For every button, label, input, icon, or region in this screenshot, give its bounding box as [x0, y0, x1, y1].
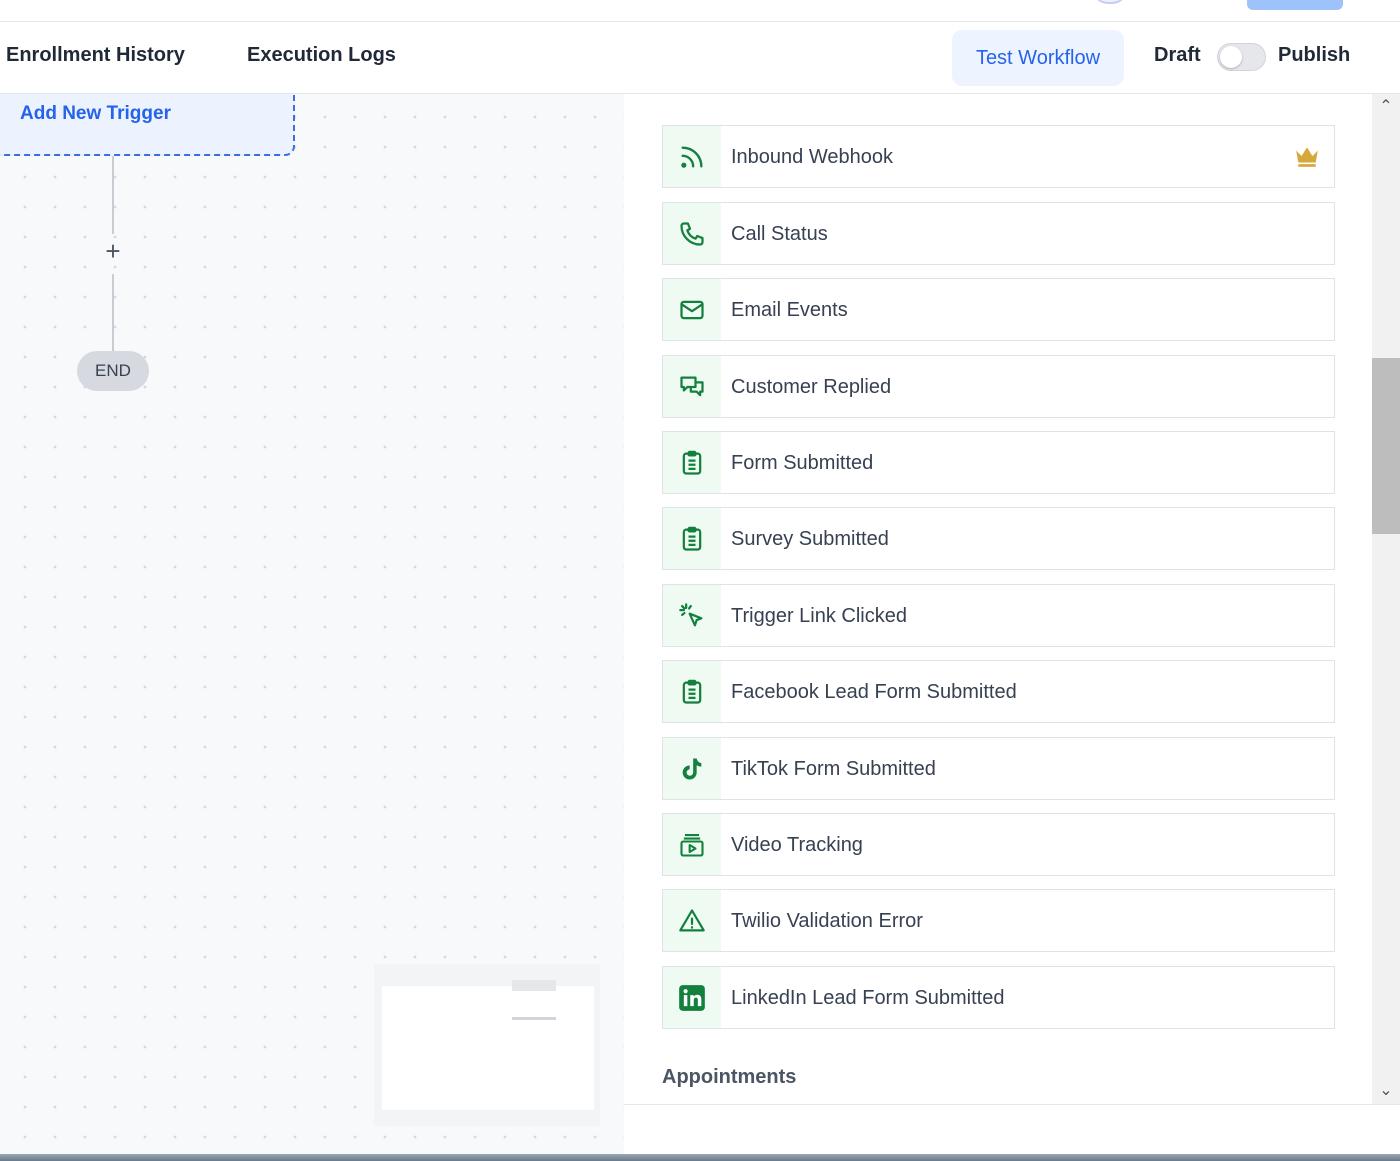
mail-icon — [663, 279, 721, 340]
clipboard-icon — [663, 508, 721, 569]
cursor-click-icon — [663, 585, 721, 646]
warning-icon — [663, 890, 721, 951]
trigger-option-label: Email Events — [731, 299, 848, 321]
add-step-button[interactable]: + — [99, 237, 127, 265]
minimap-node — [512, 980, 556, 991]
minimap-node — [512, 1017, 556, 1020]
top-action-button[interactable] — [1247, 0, 1343, 10]
webhook-icon — [663, 126, 721, 187]
connector-line — [112, 156, 114, 234]
trigger-option-label: Facebook Lead Form Submitted — [731, 681, 1017, 703]
top-strip — [0, 0, 1400, 22]
section-title-appointments: Appointments — [662, 1066, 797, 1088]
trigger-option-facebook-lead-form[interactable]: Facebook Lead Form Submitted — [662, 660, 1335, 723]
trigger-option-inbound-webhook[interactable]: Inbound Webhook — [662, 125, 1335, 188]
trigger-option-label: Form Submitted — [731, 452, 874, 474]
scroll-up-icon[interactable]: ⌃ — [1372, 94, 1400, 120]
phone-icon — [663, 203, 721, 264]
trigger-option-call-status[interactable]: Call Status — [662, 202, 1335, 265]
trigger-option-label: Video Tracking — [731, 834, 863, 856]
clipboard-icon — [663, 432, 721, 493]
trigger-option-customer-replied[interactable]: Customer Replied — [662, 355, 1335, 418]
connector-line — [112, 274, 114, 352]
trigger-option-label: Survey Submitted — [731, 528, 889, 550]
workflow-canvas[interactable]: Add New Trigger + END — [0, 94, 624, 1154]
draft-label: Draft — [1154, 44, 1201, 66]
publish-label: Publish — [1278, 44, 1351, 66]
end-node: END — [77, 351, 149, 391]
add-new-trigger-node[interactable]: Add New Trigger — [0, 94, 295, 156]
trigger-option-email-events[interactable]: Email Events — [662, 278, 1335, 341]
trigger-option-linkedin-lead-form[interactable]: LinkedIn Lead Form Submitted — [662, 966, 1335, 1029]
trigger-option-label: Call Status — [731, 223, 828, 245]
trigger-option-twilio-validation-error[interactable]: Twilio Validation Error — [662, 889, 1335, 952]
trigger-option-label: Customer Replied — [731, 376, 892, 398]
chat-icon — [663, 356, 721, 417]
tab-execution-logs[interactable]: Execution Logs — [247, 44, 396, 67]
trigger-list-panel: Inbound Webhook Call Status Email Events… — [624, 94, 1400, 1104]
trigger-option-label: Inbound Webhook — [731, 146, 893, 168]
panel-scrollbar[interactable]: ⌃ ⌄ — [1372, 94, 1400, 1104]
taskbar-edge — [0, 1154, 1400, 1161]
linkedin-icon — [663, 967, 721, 1028]
trigger-option-tiktok-form[interactable]: TikTok Form Submitted — [662, 737, 1335, 800]
clipboard-icon — [663, 661, 721, 722]
minimap[interactable] — [374, 964, 600, 1126]
scroll-down-icon[interactable]: ⌄ — [1372, 1078, 1400, 1104]
video-icon — [663, 814, 721, 875]
trigger-option-survey-submitted[interactable]: Survey Submitted — [662, 507, 1335, 570]
trigger-option-trigger-link-clicked[interactable]: Trigger Link Clicked — [662, 584, 1335, 647]
workflow-header: Enrollment History Execution Logs Test W… — [0, 22, 1400, 94]
toggle-knob — [1220, 46, 1242, 68]
tiktok-icon — [663, 738, 721, 799]
add-new-trigger-label: Add New Trigger — [20, 103, 171, 124]
trigger-option-label: Twilio Validation Error — [731, 910, 923, 932]
trigger-option-video-tracking[interactable]: Video Tracking — [662, 813, 1335, 876]
panel-footer — [624, 1104, 1400, 1154]
tab-enrollment-history[interactable]: Enrollment History — [6, 44, 185, 67]
trigger-option-label: Trigger Link Clicked — [731, 605, 907, 627]
scrollbar-thumb[interactable] — [1372, 358, 1400, 534]
trigger-option-label: LinkedIn Lead Form Submitted — [731, 987, 1005, 1009]
test-workflow-button[interactable]: Test Workflow — [952, 30, 1124, 86]
trigger-option-label: TikTok Form Submitted — [731, 758, 936, 780]
publish-toggle[interactable] — [1217, 43, 1266, 71]
crown-icon — [1296, 147, 1318, 167]
avatar[interactable] — [1092, 0, 1128, 4]
trigger-option-form-submitted[interactable]: Form Submitted — [662, 431, 1335, 494]
minimap-viewport[interactable] — [382, 986, 594, 1110]
